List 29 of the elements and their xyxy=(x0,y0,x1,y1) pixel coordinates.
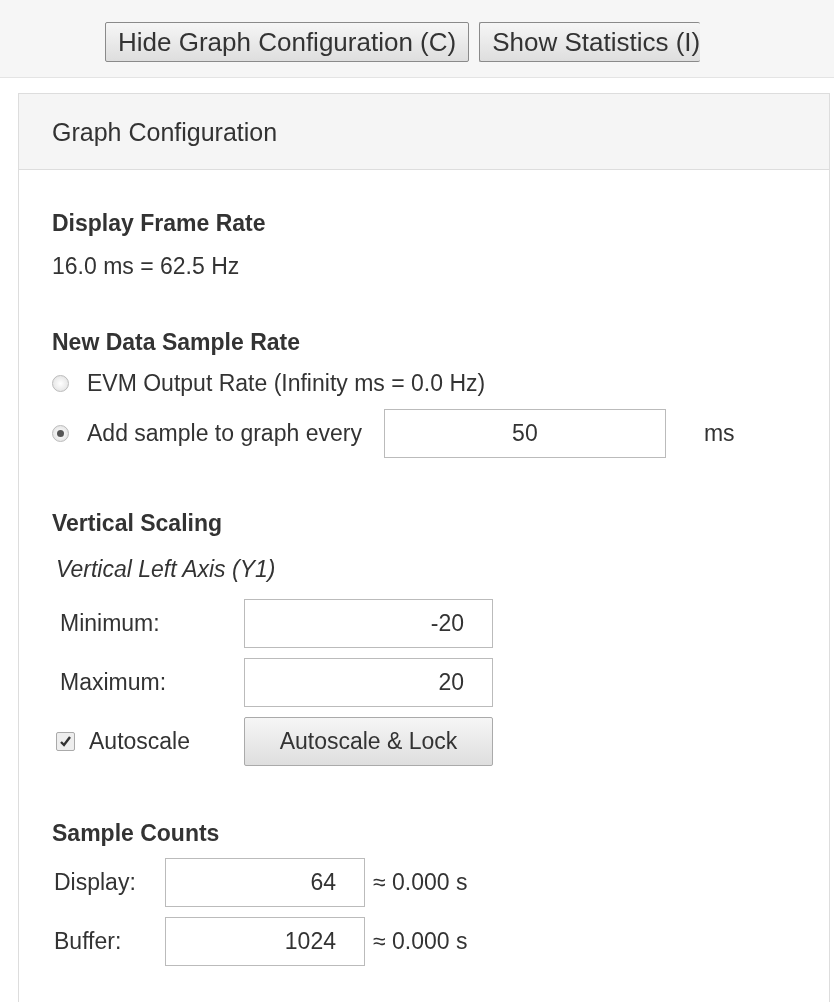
unit-label: ms xyxy=(703,419,735,449)
duration-text: ≈ 0.000 s xyxy=(373,927,469,957)
count-label: Buffer: xyxy=(54,927,123,957)
count-field[interactable]: 1024 xyxy=(165,917,365,966)
autoscale-lock-button[interactable]: Autoscale & Lock xyxy=(244,716,493,766)
radio-label[interactable]: Add sample to graph every xyxy=(87,416,362,451)
toolbar-button[interactable]: Show Statistics (I) xyxy=(479,22,701,62)
field-label: Maximum: xyxy=(60,667,168,697)
radio-button[interactable] xyxy=(52,375,69,392)
duration-text: ≈ 0.000 s xyxy=(373,868,469,898)
number-field[interactable]: 20 xyxy=(244,657,493,707)
number-field[interactable]: -20 xyxy=(244,598,493,648)
axis-label: Vertical Left Axis (Y1) xyxy=(56,555,277,584)
count-field[interactable]: 64 xyxy=(165,858,365,907)
radio-label[interactable]: EVM Output Rate (Infinity ms = 0.0 Hz) xyxy=(87,366,486,401)
frame-rate-value: 16.0 ms = 62.5 Hz xyxy=(52,251,241,281)
panel-header: Graph Configuration xyxy=(19,94,829,170)
section-heading: New Data Sample Rate xyxy=(52,328,301,357)
interval-field[interactable]: 50 xyxy=(383,409,666,458)
radio-button[interactable] xyxy=(52,425,69,442)
checkbox[interactable] xyxy=(56,731,75,751)
section-heading: Vertical Scaling xyxy=(52,508,224,538)
count-label: Display: xyxy=(54,868,137,898)
check-icon xyxy=(59,734,72,748)
field-label: Minimum: xyxy=(60,608,161,638)
section-heading: Display Frame Rate xyxy=(52,209,267,238)
toolbar-button[interactable]: Hide Graph Configuration (C) xyxy=(105,22,470,62)
checkbox-label[interactable]: Autoscale xyxy=(89,723,190,759)
section-heading: Sample Counts xyxy=(52,818,221,848)
